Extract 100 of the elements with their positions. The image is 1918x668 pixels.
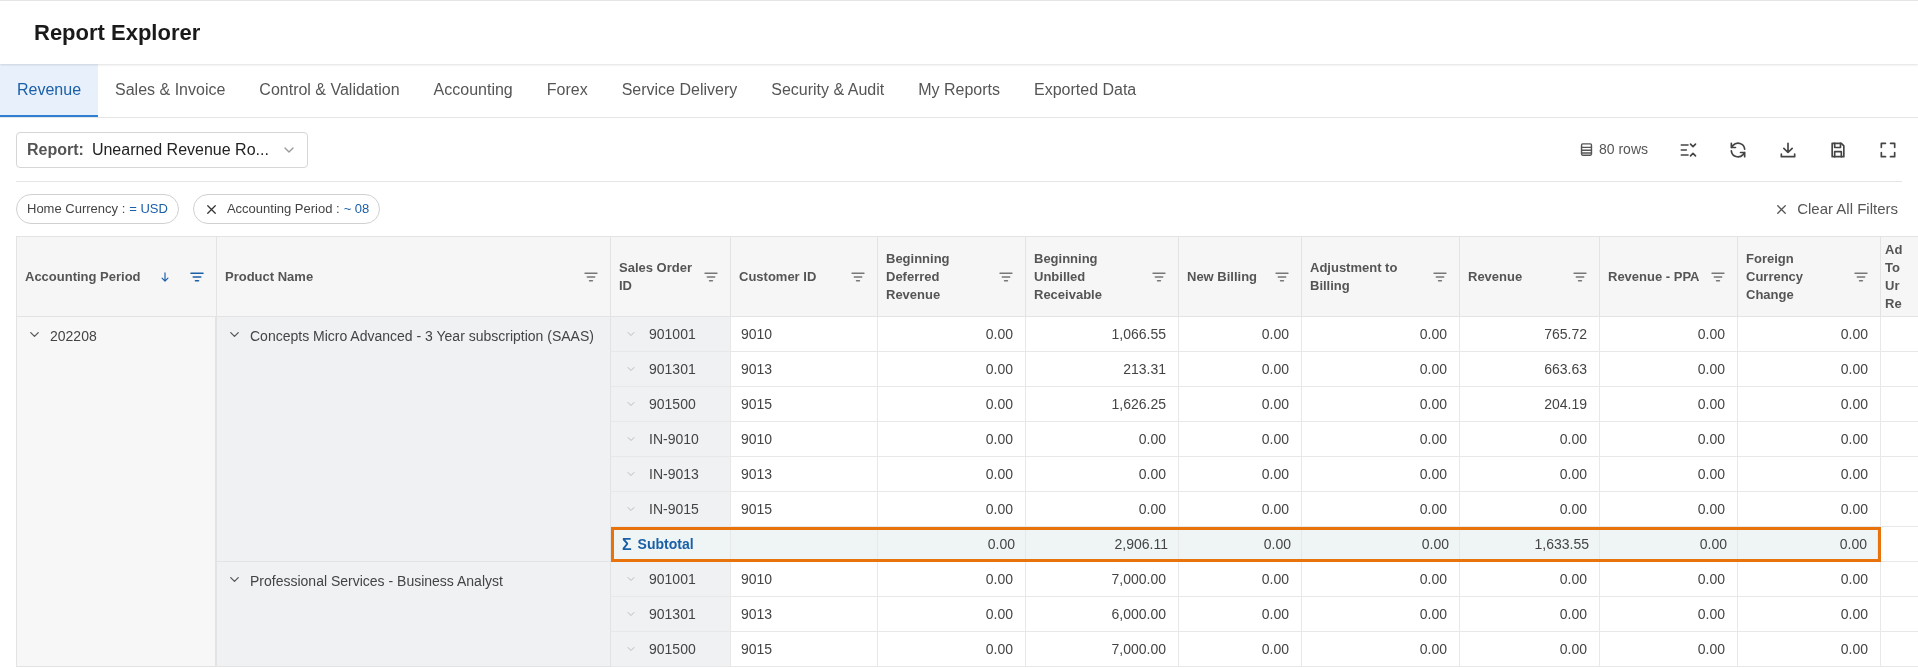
amount-cell: 0.00 [1738, 562, 1881, 597]
amount-cell: 0.00 [1179, 632, 1302, 667]
amount-cell: 0.00 [1302, 422, 1460, 457]
amount-cell: 0.00 [1738, 387, 1881, 422]
column-header[interactable]: Revenue [1460, 237, 1600, 317]
amount-cell: 0.00 [1302, 457, 1460, 492]
subtotal-amount-cell: 1,633.55 [1460, 530, 1600, 559]
amount-cell: 0.00 [878, 457, 1026, 492]
tab[interactable]: Exported Data [1017, 64, 1154, 117]
column-header[interactable]: New Billing [1179, 237, 1302, 317]
amount-cell: 0.00 [1179, 422, 1302, 457]
amount-cell: 7,000.00 [1026, 562, 1179, 597]
customer-id-cell: 9013 [731, 352, 878, 387]
tab[interactable]: Forex [529, 64, 605, 117]
report-label: Report: [27, 139, 84, 160]
amount-cell: 0.00 [1460, 422, 1600, 457]
customer-id-cell: 9013 [731, 457, 878, 492]
column-header[interactable]: Beginning Unbilled Receivable [1026, 237, 1179, 317]
amount-cell: 0.00 [1179, 597, 1302, 632]
product-name-cell-text: Concepts Micro Advanced - 3 Year subscription (SAAS) [250, 327, 594, 346]
subtotal-amount-cell: 2,906.11 [1026, 530, 1179, 559]
amount-cell: 0.00 [1600, 352, 1738, 387]
amount-cell: 0.00 [1302, 562, 1460, 597]
order-id-cell-text: 901500 [649, 394, 696, 414]
order-id-cell-text: 901001 [649, 569, 696, 589]
column-header[interactable]: Beginning Deferred Revenue [878, 237, 1026, 317]
amount-cell: 1,626.25 [1026, 387, 1179, 422]
amount-cell: 0.00 [1600, 562, 1738, 597]
customer-id-cell: 9010 [731, 317, 878, 352]
amount-cell: 0.00 [1600, 597, 1738, 632]
amount-cell: 0.00 [1600, 632, 1738, 667]
amount-cell: 0.00 [878, 387, 1026, 422]
period-cell-text: 202208 [50, 327, 97, 346]
amount-cell: 0.00 [878, 597, 1026, 632]
clear-filters-button[interactable]: Clear All Filters [1774, 197, 1902, 221]
column-header[interactable]: Revenue - PPA [1600, 237, 1738, 317]
column-header[interactable]: Foreign Currency Change [1738, 237, 1881, 317]
amount-cell: 0.00 [1179, 457, 1302, 492]
tab[interactable]: My Reports [901, 64, 1017, 117]
sum-icon: Σ [622, 532, 632, 557]
column-header[interactable]: Accounting Period [17, 237, 217, 317]
column-header[interactable]: Sales Order ID [611, 237, 731, 317]
order-id-cell-text: 901001 [649, 324, 696, 344]
order-id-cell-text: 901301 [649, 604, 696, 624]
amount-cell: 0.00 [1460, 597, 1600, 632]
amount-cell: 0.00 [1179, 562, 1302, 597]
row-count: 80 rows [1598, 140, 1648, 159]
tab[interactable]: Control & Validation [242, 64, 417, 117]
tab[interactable]: Sales & Invoice [98, 64, 243, 117]
customer-id-cell: 9010 [731, 422, 878, 457]
subtotal-amount-cell: 0.00 [1179, 530, 1302, 559]
amount-cell: 0.00 [1179, 387, 1302, 422]
amount-cell: 0.00 [1738, 317, 1881, 352]
amount-cell: 0.00 [1600, 387, 1738, 422]
report-dropdown[interactable]: Report: Unearned Revenue Ro... [16, 131, 308, 168]
amount-cell: 0.00 [1460, 632, 1600, 667]
tab[interactable]: Security & Audit [754, 64, 902, 117]
report-value: Unearned Revenue Ro... [91, 139, 269, 160]
amount-cell: 0.00 [1302, 352, 1460, 387]
subtotal-amount-cell: 0.00 [1302, 530, 1460, 559]
customer-id-cell: 9015 [731, 632, 878, 667]
amount-cell: 0.00 [1600, 422, 1738, 457]
subtotal-amount-cell: 0.00 [878, 530, 1026, 559]
column-header[interactable]: Ad To Ur Re [1881, 237, 1918, 317]
customer-id-cell: 9015 [731, 387, 878, 422]
customer-id-cell: 9013 [731, 597, 878, 632]
subtotal-label: Subtotal [637, 535, 694, 554]
tab[interactable]: Accounting [416, 64, 530, 117]
amount-cell: 0.00 [1738, 457, 1881, 492]
amount-cell: 0.00 [878, 562, 1026, 597]
amount-cell: 0.00 [878, 632, 1026, 667]
amount-cell: 663.63 [1460, 352, 1600, 387]
amount-cell: 0.00 [1738, 632, 1881, 667]
tab[interactable]: Service Delivery [604, 64, 755, 117]
tab[interactable]: Revenue [0, 64, 99, 117]
order-id-cell-text: 901500 [649, 639, 696, 659]
column-header[interactable]: Customer ID [731, 237, 878, 317]
amount-cell: 213.31 [1026, 352, 1179, 387]
order-id-cell-text: IN-9010 [649, 429, 699, 449]
amount-cell: 0.00 [1302, 317, 1460, 352]
amount-cell: 0.00 [1738, 352, 1881, 387]
order-id-cell-text: 901301 [649, 359, 696, 379]
amount-cell: 0.00 [1026, 457, 1179, 492]
refresh-icon[interactable] [1728, 139, 1748, 160]
amount-cell: 1,066.55 [1026, 317, 1179, 352]
amount-cell: 0.00 [1026, 422, 1179, 457]
window-title: Report Explorer [34, 19, 201, 47]
customer-id-cell: 9010 [731, 562, 878, 597]
amount-cell: 0.00 [1302, 597, 1460, 632]
column-header[interactable]: Adjustment to Billing [1302, 237, 1460, 317]
filter-field: Home Currency : [27, 199, 126, 219]
filter-value: = USD [129, 200, 168, 219]
amount-cell: 0.00 [1179, 317, 1302, 352]
amount-cell: 7,000.00 [1026, 632, 1179, 667]
amount-cell: 204.19 [1460, 387, 1600, 422]
filter-value: ~ 08 [343, 200, 370, 219]
subtotal-amount-cell: 0.00 [1738, 530, 1878, 559]
amount-cell: 0.00 [1302, 387, 1460, 422]
order-id-cell-text: IN-9015 [649, 499, 699, 519]
column-header[interactable]: Product Name [217, 237, 611, 317]
